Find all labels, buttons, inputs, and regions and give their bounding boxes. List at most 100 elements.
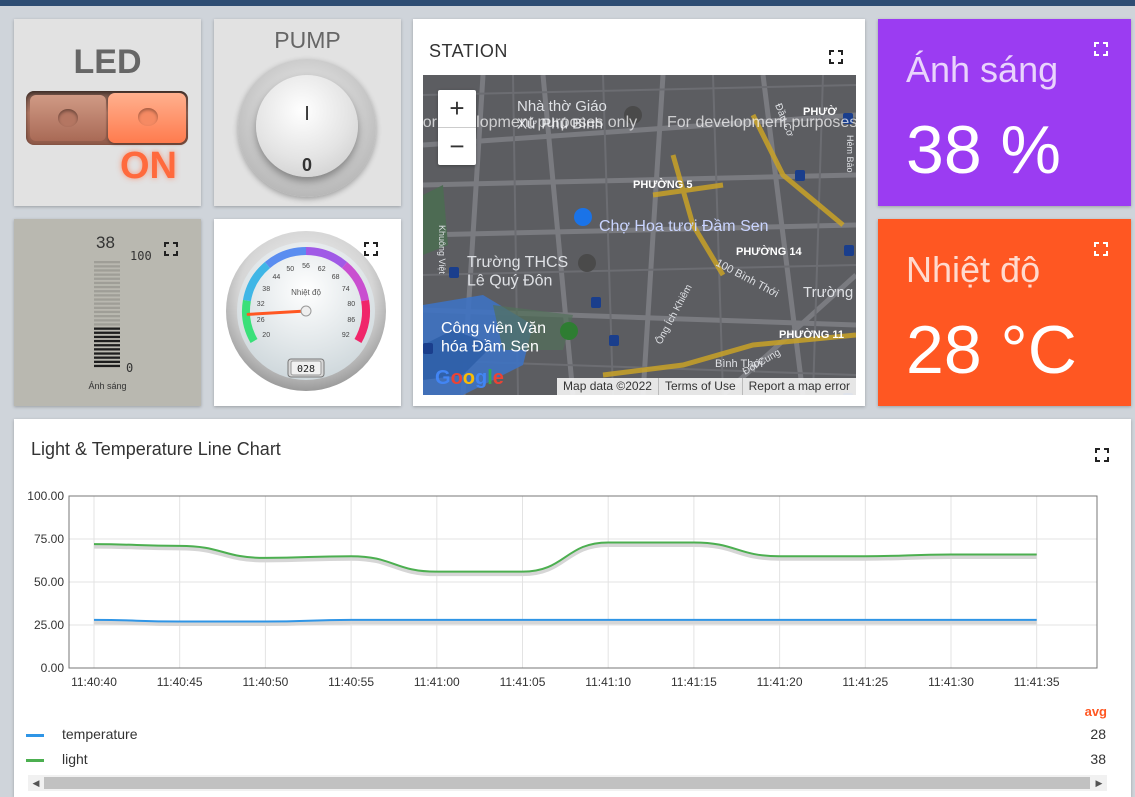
station-map-widget: STATION Nhà thờ Giáo Xứ Phú Bình For dev… xyxy=(413,19,865,406)
expand-icon[interactable] xyxy=(829,50,843,64)
bar-gauge-segment xyxy=(94,323,120,326)
bar-gauge-min: 0 xyxy=(126,361,134,375)
bar-gauge-segment xyxy=(94,327,120,330)
light-tile-name: Ánh sáng xyxy=(906,49,1059,90)
bar-gauge-segment xyxy=(94,356,120,359)
y-tick-label: 50.00 xyxy=(34,575,64,589)
dial-gauge-tick-label: 80 xyxy=(347,301,355,308)
bar-gauge-segment xyxy=(94,294,120,297)
dial-gauge-tick-label: 26 xyxy=(257,317,265,324)
expand-icon[interactable] xyxy=(164,242,178,256)
x-tick-label: 11:41:35 xyxy=(1014,675,1060,689)
station-title: STATION xyxy=(429,41,508,61)
x-tick-label: 11:40:50 xyxy=(242,675,288,689)
legend-item-light[interactable]: light 38 xyxy=(26,750,1106,770)
scroll-left-arrow[interactable]: ◀ xyxy=(28,775,44,791)
y-tick-label: 75.00 xyxy=(34,532,64,546)
legend-item-temperature[interactable]: temperature 28 xyxy=(26,725,1106,745)
y-tick-label: 0.00 xyxy=(41,661,65,675)
y-tick-label: 100.00 xyxy=(27,489,64,503)
pump-rocker-switch[interactable]: I 0 xyxy=(238,59,376,197)
bar-gauge-segment xyxy=(94,302,120,305)
line-chart[interactable]: 0.00 25.00 50.00 75.00 100.00 11:40:40 11:40:4… xyxy=(14,419,1131,699)
line-chart-widget: Light & Temperature Line Chart 0.00 25.00… xyxy=(14,419,1131,797)
x-tick-label: 11:41:00 xyxy=(414,675,460,689)
led-title: LED xyxy=(73,43,142,81)
map-label-ward-cut: PHƯỜ xyxy=(803,105,837,118)
light-bar-gauge: 38 100 0 Ánh sáng xyxy=(14,219,201,406)
legend-swatch xyxy=(26,759,44,762)
y-tick-label: 25.00 xyxy=(34,618,64,632)
pump-off-symbol: 0 xyxy=(301,155,312,175)
terms-of-use-link[interactable]: Terms of Use xyxy=(657,378,742,395)
bar-gauge-segment xyxy=(94,290,120,293)
map-label-truong: Trường xyxy=(803,284,853,301)
dial-gauge-tick-label: 32 xyxy=(257,301,265,308)
bar-gauge-segment xyxy=(94,319,120,322)
map-label-ward14: PHƯỜNG 14 xyxy=(736,245,802,258)
led-widget: LED ON xyxy=(14,19,201,206)
bar-gauge-segment xyxy=(94,269,120,272)
x-tick-label: 11:41:15 xyxy=(671,675,717,689)
bar-gauge-segment xyxy=(94,315,120,318)
bar-gauge-segment xyxy=(94,344,120,347)
expand-icon[interactable] xyxy=(1094,42,1108,56)
bar-gauge-segment xyxy=(94,298,120,301)
legend-name: light xyxy=(62,751,88,767)
scroll-right-arrow[interactable]: ▶ xyxy=(1091,775,1107,791)
pump-widget: PUMP I 0 xyxy=(214,19,401,206)
map-label-ward5: PHƯỜNG 5 xyxy=(633,178,692,191)
temp-tile-name: Nhiệt độ xyxy=(906,249,1041,290)
bar-gauge-segment xyxy=(94,331,120,334)
light-stat-tile: Ánh sáng 38 % xyxy=(878,19,1131,206)
scroll-thumb[interactable] xyxy=(44,777,1090,789)
dial-gauge-tick-label: 38 xyxy=(262,286,270,293)
map-street-label: Hẻm Bảo xyxy=(845,135,855,173)
map-zoom-controls: + − xyxy=(438,90,476,165)
temperature-stat-tile: Nhiệt độ 28 °C xyxy=(878,219,1131,406)
bar-gauge-segment xyxy=(94,335,120,339)
map-label-ward11: PHƯỜNG 11 xyxy=(779,328,844,341)
temperature-dial-gauge: 20 26 32 38 44 50 56 62 68 74 80 86 92 Nhiệt độ 028 xyxy=(214,219,401,406)
legend-average: 28 xyxy=(1090,726,1106,742)
x-tick-label: 11:41:05 xyxy=(500,675,546,689)
zoom-in-button[interactable]: + xyxy=(438,90,476,127)
expand-icon[interactable] xyxy=(364,242,378,256)
led-toggle-switch[interactable] xyxy=(26,91,188,145)
x-tick-label: 11:40:45 xyxy=(157,675,203,689)
x-tick-label: 11:41:10 xyxy=(585,675,631,689)
legend-name: temperature xyxy=(62,726,138,742)
map-canvas[interactable]: Nhà thờ Giáo Xứ Phú Bình For development … xyxy=(423,75,856,395)
bar-gauge-segment xyxy=(94,261,120,264)
bar-gauge-segment xyxy=(94,360,120,363)
bar-gauge-segment xyxy=(94,310,120,314)
dial-gauge-tick-label: 62 xyxy=(318,266,326,273)
map-attribution: Map data ©2022 Terms of Use Report a map… xyxy=(557,378,856,395)
dial-gauge-tick-label: 56 xyxy=(302,263,310,270)
map-street-label: Khuông Việt xyxy=(437,225,447,274)
bar-gauge-label: Ánh sáng xyxy=(88,381,127,391)
led-state-label: ON xyxy=(120,145,177,187)
horizontal-scrollbar[interactable]: ◀ ▶ xyxy=(28,775,1107,791)
x-tick-label: 11:41:20 xyxy=(757,675,803,689)
light-tile-value: 38 % xyxy=(906,112,1061,188)
dial-gauge-tick-label: 86 xyxy=(347,317,355,324)
map-data-text: Map data ©2022 xyxy=(563,379,652,393)
dial-gauge-tick-label: 68 xyxy=(332,274,340,281)
zoom-out-button[interactable]: − xyxy=(438,127,476,165)
dial-gauge-tick-label: 20 xyxy=(262,332,270,339)
legend-swatch xyxy=(26,734,44,737)
dial-gauge-readout: 028 xyxy=(297,364,315,375)
report-map-error-link[interactable]: Report a map error xyxy=(741,378,856,395)
x-tick-label: 11:41:30 xyxy=(928,675,974,689)
bar-gauge-segment xyxy=(94,273,120,276)
x-tick-label: 11:40:55 xyxy=(328,675,374,689)
dial-gauge-tick-label: 92 xyxy=(342,332,350,339)
x-tick-label: 11:40:40 xyxy=(71,675,117,689)
temp-tile-value: 28 °C xyxy=(906,312,1077,388)
bar-gauge-segment xyxy=(94,265,120,268)
pump-title: PUMP xyxy=(274,27,341,53)
dial-gauge-tick-label: 74 xyxy=(342,286,350,293)
expand-icon[interactable] xyxy=(1094,242,1108,256)
bar-gauge-segment xyxy=(94,281,120,285)
